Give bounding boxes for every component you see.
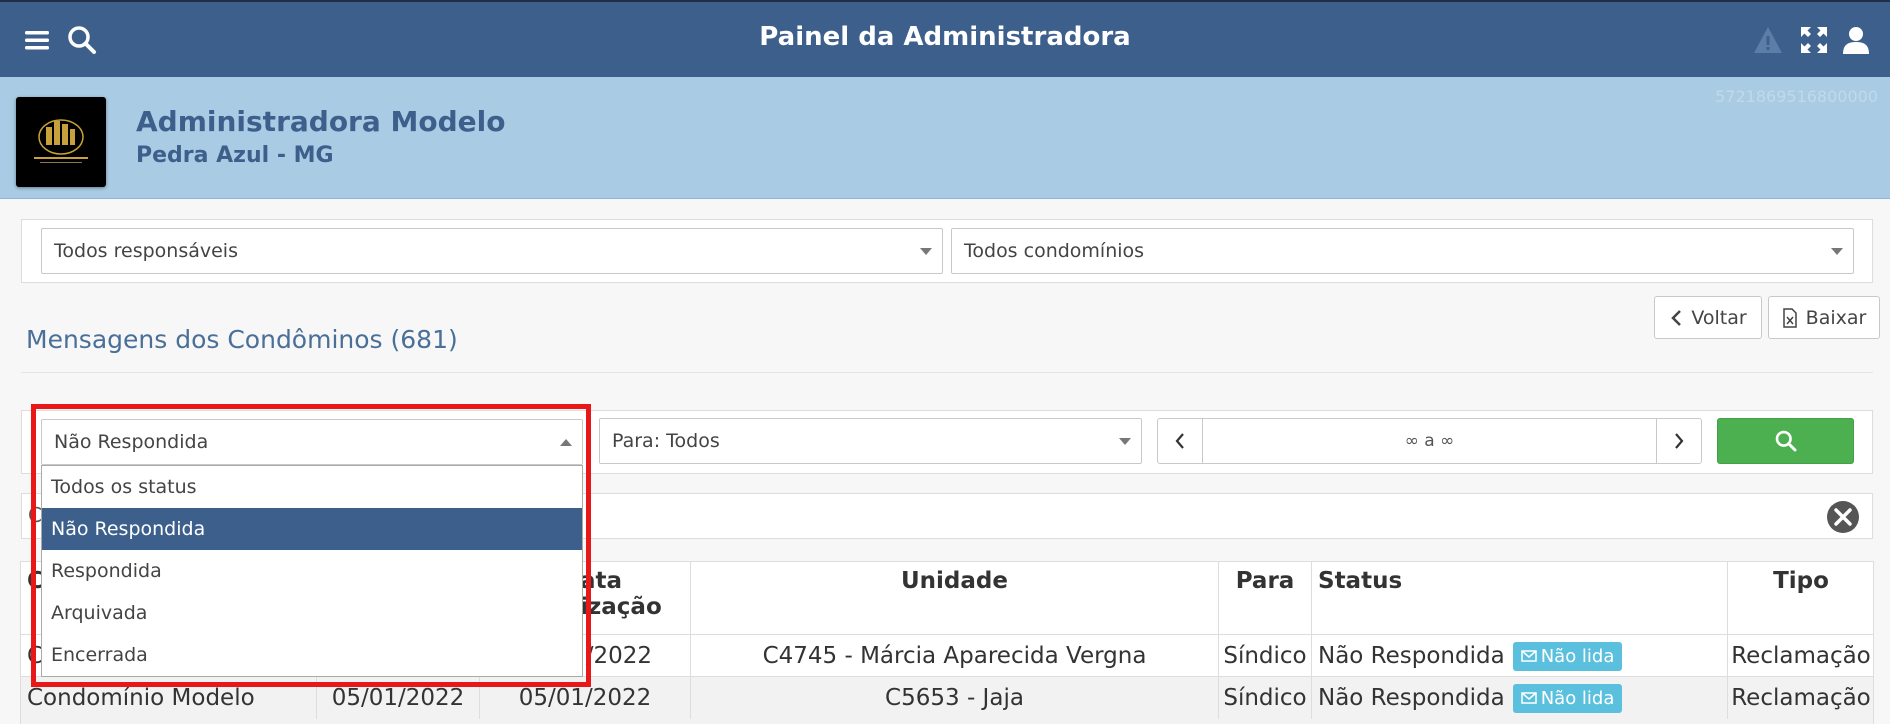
status-option[interactable]: Encerrada [42,634,582,676]
condominios-select[interactable]: Todos condomínios [951,228,1854,274]
chevron-left-icon [1671,309,1682,326]
cell-data-atualizacao: 05/01/2022 [480,677,691,719]
org-logo [16,97,106,187]
unread-badge[interactable]: Não lida [1512,641,1623,671]
unread-badge[interactable]: Não lida [1512,683,1623,713]
cell-data-criacao: 05/01/2022 [317,677,480,719]
date-range-pager: ∞ a ∞ [1157,418,1702,464]
status-option[interactable]: Arquivada [42,592,582,634]
col-header-data-atualizacao-line1: ata [580,568,623,594]
chevron-down-icon [1831,248,1843,255]
search-prefix: C [28,503,42,527]
org-city: Pedra Azul - MG [136,143,334,168]
unread-badge-label: Não lida [1540,687,1615,709]
cell-status: Não Respondida Não lida [1312,677,1728,719]
back-button-label: Voltar [1691,306,1747,329]
org-name: Administradora Modelo [136,105,506,138]
table-row[interactable]: Condomínio Modelo 05/01/2022 05/01/2022 … [21,676,1873,724]
user-icon[interactable] [1840,24,1872,56]
col-header-para[interactable]: Para [1219,562,1312,634]
col-header-data-atualizacao-line2: ização [580,594,662,620]
org-code: 5721869516800000 [1715,87,1878,106]
status-text: Não Respondida [1318,685,1505,711]
cell-unidade: C4745 - Márcia Aparecida Vergna [691,635,1219,677]
status-option[interactable]: Respondida [42,550,582,592]
page-title: Painel da Administradora [759,22,1131,52]
responsaveis-select-value: Todos responsáveis [54,240,238,262]
building-logo-icon [34,119,88,163]
expand-icon[interactable] [1798,24,1830,56]
status-option[interactable]: Todos os status [42,466,582,508]
section-title: Mensagens dos Condôminos (681) [26,325,458,354]
download-button-label: Baixar [1805,306,1867,329]
search-button[interactable] [1717,418,1854,464]
status-select-value: Não Respondida [54,431,209,453]
cell-tipo: Reclamação [1731,685,1871,711]
envelope-icon [1520,692,1537,704]
condominios-select-value: Todos condomínios [964,240,1145,262]
search-icon [1775,430,1796,452]
chevron-right-icon [1675,433,1684,449]
col-header-tipo[interactable]: Tipo [1728,562,1874,634]
col-header-unidade[interactable]: Unidade [691,562,1219,634]
para-select[interactable]: Para: Todos [599,418,1142,464]
status-select[interactable]: Não Respondida [41,419,583,465]
cell-unidade: C5653 - Jaja [691,677,1219,719]
date-range-label[interactable]: ∞ a ∞ [1202,419,1657,463]
download-button[interactable]: Baixar [1768,296,1880,339]
chevron-up-icon [560,439,572,446]
top-bar: Painel da Administradora [0,0,1890,77]
envelope-icon [1520,650,1537,662]
chevron-down-icon [1119,438,1131,445]
org-header: Administradora Modelo Pedra Azul - MG 57… [0,77,1890,199]
clear-search-icon[interactable] [1825,499,1861,535]
cell-condominio: Condomínio Modelo [21,677,317,719]
back-button[interactable]: Voltar [1654,296,1762,339]
status-option-selected[interactable]: Não Respondida [42,508,582,550]
excel-file-icon [1782,307,1797,328]
status-text: Não Respondida [1318,643,1505,669]
cell-para: Síndico [1219,677,1312,719]
unread-badge-label: Não lida [1540,645,1615,667]
chevron-left-icon [1175,433,1184,449]
cell-para: Síndico [1219,635,1312,677]
responsaveis-select[interactable]: Todos responsáveis [41,228,943,274]
divider [21,372,1873,373]
chevron-down-icon [920,248,932,255]
status-dropdown-list: Todos os status Não Respondida Respondid… [41,465,583,677]
cell-tipo: Reclamação [1731,643,1871,669]
next-page-button[interactable] [1657,419,1701,463]
para-select-value: Para: Todos [612,430,720,452]
col-header-status[interactable]: Status [1312,562,1728,634]
cell-status: Não Respondida Não lida [1312,635,1728,677]
warning-icon[interactable] [1752,24,1784,56]
prev-page-button[interactable] [1158,419,1202,463]
